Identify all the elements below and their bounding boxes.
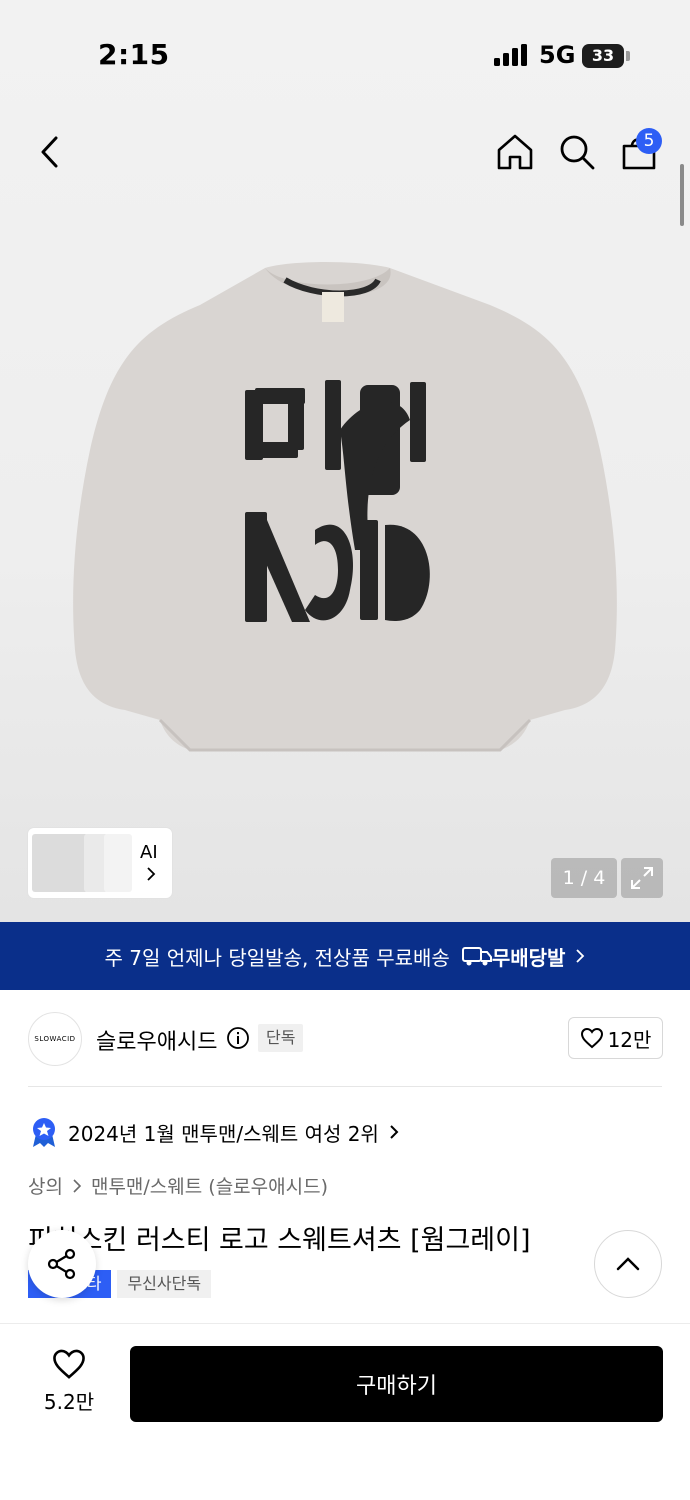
chevron-right-icon (390, 1125, 399, 1139)
battery-cap (626, 51, 630, 61)
share-button[interactable] (28, 1230, 96, 1298)
brand-logo[interactable]: SLOWACID (28, 1012, 82, 1066)
search-icon (560, 135, 595, 170)
scroll-top-button[interactable] (594, 1230, 662, 1298)
divider (0, 1323, 690, 1324)
delivery-banner[interactable]: 주 7일 언제나 당일발송, 전상품 무료배송 무배당발 (0, 922, 690, 990)
exclusive-tag: 단독 (258, 1024, 304, 1052)
network-label: 5G (539, 41, 576, 69)
product-image (73, 262, 617, 752)
product-title: 피치스킨 러스티 로고 스웨트셔츠 [웜그레이] (28, 1225, 531, 1256)
banner-text: 주 7일 언제나 당일발송, 전상품 무료배송 (104, 945, 450, 970)
chevron-up-icon (616, 1257, 640, 1271)
delivery-badge: 무배당발 (461, 942, 566, 971)
ranking-medal-icon (33, 1118, 55, 1147)
ranking-text: 2024년 1월 맨투맨/스웨트 여성 2위 (68, 1121, 379, 1146)
ai-label: AI (140, 842, 158, 863)
thumbnail-image[interactable] (104, 834, 132, 892)
chevron-right-icon (576, 949, 585, 963)
tag-exclusive: 무신사단독 (117, 1270, 212, 1298)
badge-text: 무배당발 (491, 945, 566, 970)
chevron-left-icon (41, 136, 58, 168)
breadcrumb: 상의 맨투맨/스웨트 (슬로우애시드) (28, 1172, 328, 1199)
brand-name[interactable]: 슬로우애시드 (96, 1024, 217, 1056)
image-pager: 1 / 4 (551, 858, 617, 898)
status-time: 2:15 (98, 38, 170, 71)
chevron-right-icon (147, 867, 156, 881)
status-bar: 2:15 5G 33 (0, 0, 690, 110)
breadcrumb-category[interactable]: 상의 (28, 1172, 63, 1199)
top-navigation (0, 120, 690, 184)
brand-like-button[interactable]: 12만 (568, 1017, 663, 1059)
heart-icon (53, 1349, 85, 1379)
wishlist-button[interactable]: 5.2만 (28, 1346, 110, 1422)
ranking-link[interactable]: 2024년 1월 맨투맨/스웨트 여성 2위 (30, 1116, 399, 1148)
brand-like-count: 12만 (607, 1027, 652, 1052)
thumbnail-strip[interactable]: AI (28, 828, 172, 898)
search-button[interactable] (556, 130, 598, 174)
divider (28, 1086, 662, 1087)
scrollbar[interactable] (680, 164, 684, 226)
buy-button[interactable]: 구매하기 (130, 1346, 663, 1422)
breadcrumb-subcategory[interactable]: 맨투맨/스웨트 (슬로우애시드) (91, 1172, 328, 1199)
signal-icon (494, 44, 527, 66)
expand-button[interactable] (621, 858, 663, 898)
back-button[interactable] (30, 130, 70, 174)
truck-icon (461, 947, 492, 966)
home-icon (497, 134, 533, 170)
expand-icon (631, 867, 653, 889)
chevron-right-icon (73, 1178, 81, 1193)
battery-icon: 33 (582, 44, 624, 68)
cart-count-badge: 5 (636, 128, 662, 154)
share-icon (47, 1248, 76, 1280)
info-icon[interactable] (226, 1026, 250, 1050)
thumbnail-image[interactable] (32, 834, 88, 892)
wish-count: 5.2만 (43, 1390, 95, 1414)
home-button[interactable] (494, 130, 536, 174)
heart-icon (580, 1027, 603, 1049)
